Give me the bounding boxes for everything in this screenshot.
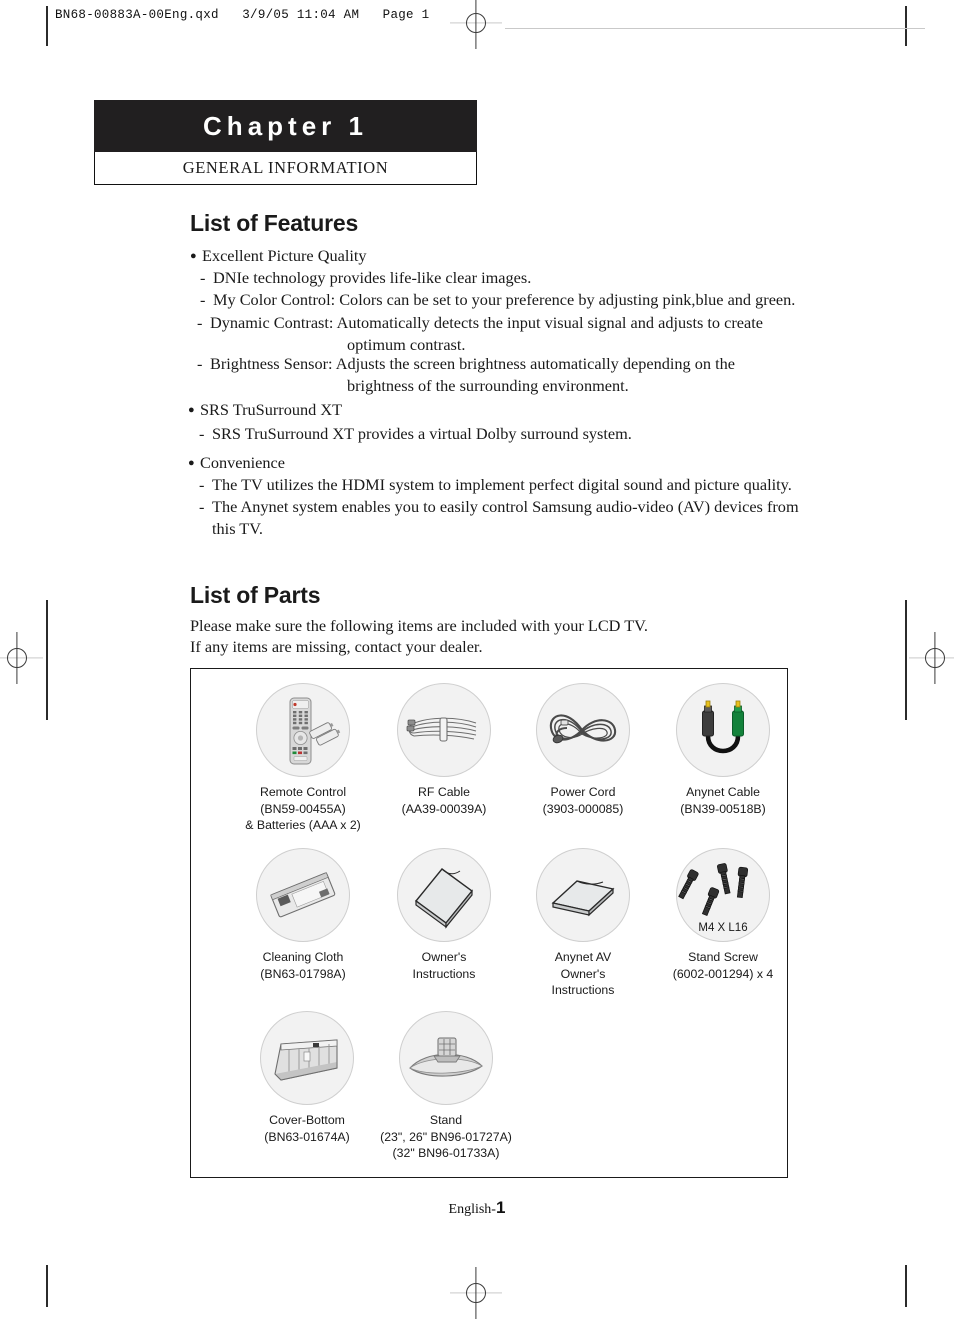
feature-bullet-3: ● Convenience <box>188 452 848 474</box>
print-file-header: BN68-00883A-00Eng.qxd 3/9/05 11:04 AM Pa… <box>55 8 430 22</box>
crop-mark-left-mid <box>46 600 48 720</box>
anynet-cable-icon <box>676 683 770 777</box>
feature-bullet-label: SRS TruSurround XT <box>200 400 343 419</box>
dash-marker: - <box>199 424 205 443</box>
feature-item-text: Brightness Sensor: Adjusts the screen br… <box>210 354 735 373</box>
bullet-dot-icon: ● <box>188 404 195 416</box>
footer-language: English- <box>448 1202 496 1217</box>
feature-item: - The TV utilizes the HDMI system to imp… <box>199 474 859 496</box>
crop-mark-right-mid <box>905 600 907 720</box>
part-caption: Stand (23", 26" BN96-01727A) (32" BN96-0… <box>380 1113 512 1160</box>
feature-item: - My Color Control: Colors can be set to… <box>200 289 850 311</box>
header-rule <box>505 28 925 30</box>
part-item: Owner's Instructions <box>374 848 514 982</box>
part-caption: Remote Control (BN59-00455A) & Batteries… <box>245 785 361 832</box>
bullet-dot-icon: ● <box>190 250 197 262</box>
registration-mark-top <box>450 0 502 49</box>
chapter-title: Chapter 1 <box>203 110 368 141</box>
booklet-flat-icon <box>536 848 630 942</box>
parts-intro-line-2: If any items are missing, contact your d… <box>190 637 483 656</box>
part-caption: Anynet AV Owner's Instructions <box>551 950 615 997</box>
part-caption: Stand Screw (6002-001294) x 4 <box>672 950 774 981</box>
part-item: M4 X L16 Stand Screw (6002-001294) x 4 <box>653 848 793 982</box>
feature-item-text: The TV utilizes the HDMI system to imple… <box>212 475 792 494</box>
stand-screw-icon: M4 X L16 <box>676 848 770 942</box>
part-item: RF Cable (AA39-00039A) <box>374 683 514 817</box>
feature-item: - SRS TruSurround XT provides a virtual … <box>199 423 849 445</box>
part-item: Cleaning Cloth (BN63-01798A) <box>233 848 373 982</box>
screw-size-label: M4 X L16 <box>698 922 748 934</box>
feature-item-text-cont: optimum contrast. <box>347 334 466 354</box>
part-item: Anynet AV Owner's Instructions <box>513 848 653 999</box>
part-item: Stand (23", 26" BN96-01727A) (32" BN96-0… <box>376 1011 516 1162</box>
feature-item-text: The Anynet system enables you to easily … <box>212 497 799 516</box>
feature-bullet-1: ● Excellent Picture Quality <box>190 245 850 267</box>
chapter-subtitle-bar: GENERAL INFORMATION <box>94 152 477 185</box>
feature-item: - Dynamic Contrast: Automatically detect… <box>197 312 852 355</box>
cover-bottom-icon <box>260 1011 354 1105</box>
feature-item: - Brightness Sensor: Adjusts the screen … <box>197 353 852 396</box>
parts-intro-line-1: Please make sure the following items are… <box>190 616 648 635</box>
booklet-icon <box>397 848 491 942</box>
crop-mark-bottom-right <box>905 1265 907 1307</box>
feature-bullet-2: ● SRS TruSurround XT <box>188 399 848 421</box>
registration-mark-bottom <box>450 1267 502 1319</box>
part-item: Cover-Bottom (BN63-01674A) <box>237 1011 377 1145</box>
part-caption: Power Cord (3903-000085) <box>542 785 624 816</box>
part-item: Remote Control (BN59-00455A) & Batteries… <box>233 683 373 834</box>
dash-marker: - <box>197 354 203 373</box>
dash-marker: - <box>197 313 203 332</box>
registration-mark-right <box>909 632 954 684</box>
stand-icon <box>399 1011 493 1105</box>
chapter-subtitle: GENERAL INFORMATION <box>182 158 389 177</box>
rf-cable-icon <box>397 683 491 777</box>
crop-mark-top-left <box>46 6 48 46</box>
dash-marker: - <box>199 497 205 516</box>
feature-item-text: My Color Control: Colors can be set to y… <box>213 290 796 309</box>
feature-item-text: DNIe technology provides life-like clear… <box>213 268 532 287</box>
part-caption: Cleaning Cloth (BN63-01798A) <box>260 950 346 981</box>
chapter-header-block: Chapter 1 GENERAL INFORMATION <box>94 100 477 185</box>
crop-mark-bottom-left <box>46 1265 48 1307</box>
part-caption: Cover-Bottom (BN63-01674A) <box>264 1113 350 1144</box>
part-caption: RF Cable (AA39-00039A) <box>401 785 487 816</box>
feature-item-text: SRS TruSurround XT provides a virtual Do… <box>212 424 632 443</box>
dash-marker: - <box>200 268 206 287</box>
part-caption: Owner's Instructions <box>412 950 476 981</box>
cleaning-cloth-icon <box>256 848 350 942</box>
feature-item: - DNIe technology provides life-like cle… <box>200 267 850 289</box>
chapter-title-bar: Chapter 1 <box>94 100 477 152</box>
feature-item: - The Anynet system enables you to easil… <box>199 496 864 539</box>
power-cord-icon <box>536 683 630 777</box>
page-footer: English-1 <box>0 1198 954 1218</box>
parts-heading: List of Parts <box>190 582 321 608</box>
dash-marker: - <box>200 290 206 309</box>
features-heading: List of Features <box>190 210 359 236</box>
feature-item-text: Dynamic Contrast: Automatically detects … <box>210 313 763 332</box>
feature-item-text-cont: this TV. <box>212 518 263 538</box>
remote-control-icon <box>256 683 350 777</box>
part-item: Power Cord (3903-000085) <box>513 683 653 817</box>
footer-page-number: 1 <box>495 1198 506 1217</box>
crop-mark-top-right <box>905 6 907 46</box>
dash-marker: - <box>199 475 205 494</box>
part-item: Anynet Cable (BN39-00518B) <box>653 683 793 817</box>
registration-mark-left <box>0 632 43 684</box>
parts-grid-box: Remote Control (BN59-00455A) & Batteries… <box>190 668 788 1178</box>
feature-bullet-label: Excellent Picture Quality <box>202 246 367 265</box>
feature-item-text-cont: brightness of the surrounding environmen… <box>347 375 629 395</box>
bullet-dot-icon: ● <box>188 457 195 469</box>
part-caption: Anynet Cable (BN39-00518B) <box>680 785 766 816</box>
feature-bullet-label: Convenience <box>200 453 285 472</box>
